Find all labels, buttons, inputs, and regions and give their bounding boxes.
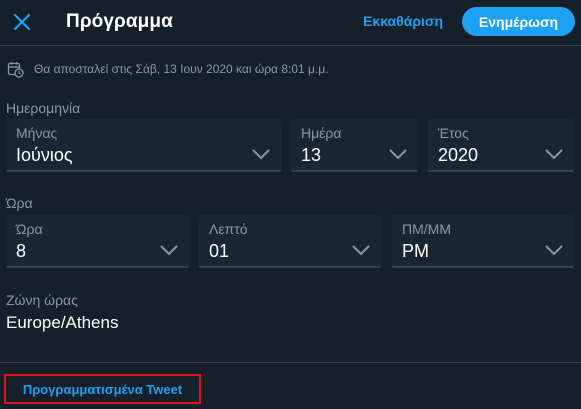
header-divider	[0, 45, 581, 46]
day-value: 13	[301, 145, 322, 165]
minute-label: Λεπτό	[209, 221, 248, 237]
chevron-down-icon	[252, 149, 270, 160]
close-button[interactable]	[9, 9, 35, 35]
chevron-down-icon	[160, 245, 178, 256]
chevron-down-icon	[352, 245, 370, 256]
ampm-value: PM	[402, 241, 429, 261]
chevron-down-icon	[389, 149, 407, 160]
month-value: Ιούνιος	[16, 145, 73, 165]
footer-divider	[0, 362, 581, 363]
update-button[interactable]: Ενημέρωση	[462, 7, 575, 36]
chevron-down-icon	[545, 245, 563, 256]
day-label: Ημέρα	[301, 125, 342, 141]
month-label: Μήνας	[16, 125, 58, 141]
hour-value: 8	[16, 241, 27, 261]
calendar-clock-icon	[7, 61, 24, 78]
dialog-title: Πρόγραμμα	[66, 11, 173, 32]
hour-select[interactable]: Ώρα 8	[6, 215, 189, 268]
year-select[interactable]: Έτος 2020	[428, 119, 574, 172]
scheduled-tweets-link[interactable]: Προγραμματισμένα Tweet	[4, 374, 201, 404]
ampm-select[interactable]: ΠΜ/ΜΜ PM	[392, 215, 574, 268]
year-label: Έτος	[438, 125, 469, 141]
time-section-label: Ώρα	[6, 195, 33, 211]
schedule-notice-text: Θα αποσταλεί στις Σάβ, 13 Ιουν 2020 και …	[34, 62, 329, 76]
schedule-dialog: Πρόγραμμα Εκκαθάριση Ενημέρωση Θα αποστα…	[0, 0, 581, 409]
minute-value: 01	[209, 241, 230, 261]
schedule-notice: Θα αποσταλεί στις Σάβ, 13 Ιουν 2020 και …	[7, 60, 329, 78]
year-value: 2020	[438, 145, 479, 165]
hour-label: Ώρα	[16, 221, 43, 237]
clear-button[interactable]: Εκκαθάριση	[363, 13, 443, 29]
scheduled-tweets-label: Προγραμματισμένα Tweet	[22, 381, 183, 397]
timezone-value: Europe/Athens	[6, 313, 119, 332]
month-select[interactable]: Μήνας Ιούνιος	[6, 119, 281, 172]
minute-select[interactable]: Λεπτό 01	[199, 215, 381, 268]
timezone-label: Ζώνη ώρας	[6, 292, 78, 308]
day-select[interactable]: Ημέρα 13	[291, 119, 418, 172]
chevron-down-icon	[545, 149, 563, 160]
close-icon	[13, 13, 31, 31]
date-section-label: Ημερομηνία	[6, 100, 81, 116]
dialog-header: Πρόγραμμα Εκκαθάριση Ενημέρωση	[0, 0, 581, 44]
ampm-label: ΠΜ/ΜΜ	[402, 221, 451, 237]
